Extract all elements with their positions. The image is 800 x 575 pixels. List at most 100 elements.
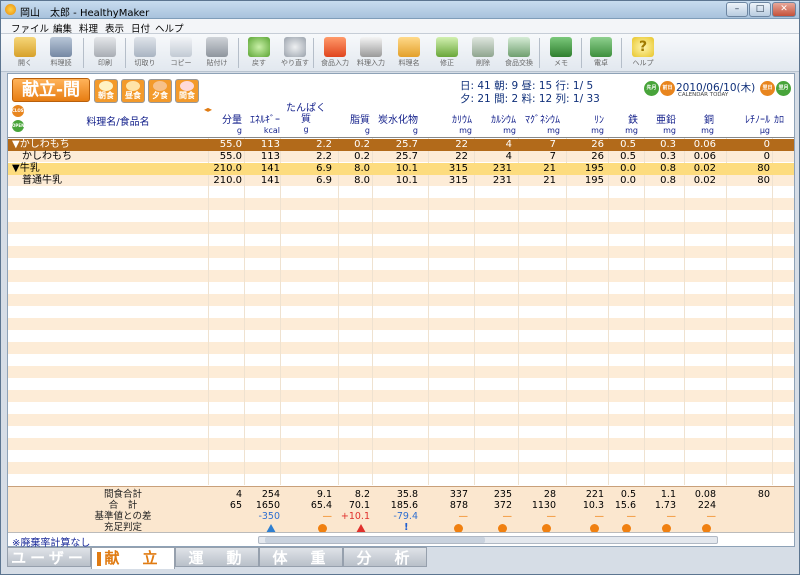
tab-analysis[interactable]: 分 析 [343,547,427,567]
meal-breakfast-button[interactable]: 朝食 [94,79,118,103]
close-button[interactable]: ✕ [772,2,796,17]
tab-kondate[interactable]: 献 立 [91,547,175,569]
summary-value: — [706,511,717,522]
food-row[interactable]: 普通牛乳 210.0 141 6.9 8.0 10.1 315 231 21 195 0.0 0.8 0… [8,175,794,187]
dish-row[interactable]: ▼牛乳 210.0 141 6.9 8.0 10.1 315 231 21 195 0.0 0.8 0.… [8,163,794,175]
clipboard-icon [206,37,228,57]
next-month-button[interactable]: 翌月 [776,81,791,96]
copy-button[interactable]: コピー [163,36,199,70]
meal-stats-row2: 夕: 21 間: 2 料: 12 列: 1/ 33 [460,93,600,105]
menu-date[interactable]: 日付 [131,21,150,35]
close-all-button[interactable]: CLOSE [12,105,26,117]
col-header-copper[interactable]: 銅 mg [684,115,714,136]
redo-button[interactable]: やり直す [277,36,313,70]
window-title: 岡山 太郎 - HealthyMaker [20,8,150,19]
load-dish-button[interactable]: 料理読 [43,36,79,70]
dish-row[interactable]: ▼かしわもち 55.0 113 2.2 0.2 25.7 22 4 7 26 0.5 0.3 0.06 0 [8,139,794,151]
edit-button[interactable]: 修正 [429,36,465,70]
summary-value: 878 [449,500,468,511]
scale-icon [508,37,530,57]
paste-button[interactable]: 貼付け [199,36,235,70]
minimize-button[interactable]: – [726,2,748,17]
diff-row: 基準値との差 -350— +10.1 -79.4— — — — — — — [8,511,794,522]
menu-edit[interactable]: 編集 [53,21,72,35]
dish-name-button[interactable]: 料理名 [391,36,427,70]
menu-dish[interactable]: 料理 [79,21,98,35]
open-all-button[interactable]: OPEN [12,120,24,132]
row-value: 80 [757,163,770,174]
row-value: 0 [763,139,770,150]
col-header-energy[interactable]: ｴﾈﾙｷﾞｰ kcal [244,115,280,136]
undo-icon [248,37,270,57]
toolbar-separator [313,38,314,68]
summary-value: 337 [449,489,468,500]
summary-value: 235 [493,489,512,500]
row-value: 315 [448,163,468,174]
undo-button[interactable]: 戻す [241,36,277,70]
col-header-phosphorus[interactable]: ﾘﾝ mg [566,115,604,136]
col-header-carotene[interactable]: ｶﾛ [774,115,794,126]
dish-input-button[interactable]: 料理入力 [353,36,389,70]
memo-button[interactable]: メモ [543,36,579,70]
calculator-icon [590,37,612,57]
row-value: 21 [543,175,556,186]
calculator-button[interactable]: 電卓 [583,36,619,70]
food-exchange-button[interactable]: 食品交換 [501,36,537,70]
toolbar-separator [125,38,126,68]
calendar-today-links[interactable]: CALENDAR TODAY [678,92,728,98]
meal-lunch-button[interactable]: 昼食 [121,79,145,103]
food-row[interactable]: かしわもち 55.0 113 2.2 0.2 25.7 22 4 7 26 0.5 0.3 0.06 0 [8,151,794,163]
food-table: ▼かしわもち 55.0 113 2.2 0.2 25.7 22 4 7 26 0.5 0.3 0.06 0… [8,138,794,485]
diff-label: 基準値との差 [94,511,152,522]
col-header-zinc[interactable]: 亜鉛 mg [644,115,676,136]
scrollbar-thumb[interactable] [265,537,485,543]
cut-button[interactable]: 切取り [127,36,163,70]
maximize-button[interactable]: □ [749,2,771,17]
tab-weight[interactable]: 体 重 [259,547,343,567]
snack-total-label: 間食合計 [103,489,142,500]
col-header-fat[interactable]: 脂質 g [338,115,370,136]
column-resize-icon[interactable]: ◂▸ [204,105,212,114]
summary-value: 28 [543,489,556,500]
prev-day-button[interactable]: 前日 [660,81,675,96]
food-input-button[interactable]: 食品入力 [317,36,353,70]
toolbar-separator [581,38,582,68]
tab-user[interactable]: ユーザー [7,547,91,567]
tab-exercise[interactable]: 運 動 [175,547,259,567]
column-divider [372,138,373,485]
col-header-protein[interactable]: たんぱく質 g [278,103,334,135]
prev-month-button[interactable]: 先月 [644,81,659,96]
row-value: 22 [455,139,468,150]
summary-value: — [546,511,557,522]
print-button[interactable]: 印刷 [87,36,123,70]
horizontal-scrollbar[interactable] [258,536,718,544]
summary-value: -79.4 [393,511,418,522]
menu-help[interactable]: ヘルプ [155,21,184,35]
column-divider [772,138,773,485]
column-divider [208,138,209,485]
row-value: 7 [549,139,556,150]
dinner-icon [153,81,167,91]
help-button[interactable]: ? ヘルプ [625,36,661,70]
column-divider [644,138,645,485]
menu-view[interactable]: 表示 [105,21,124,35]
col-header-potassium[interactable]: ｶﾘｳﾑ mg [428,115,472,136]
toolbar-separator [83,38,84,68]
col-header-magnesium[interactable]: ﾏｸﾞﾈｼｳﾑ mg [508,115,560,136]
meal-dinner-button[interactable]: 夕食 [148,79,172,103]
col-header-retinol[interactable]: ﾚﾁﾉｰﾙ μg [726,115,770,136]
menu-file[interactable]: ファイル [11,21,49,35]
col-name-header[interactable]: 料理名/食品名 [68,117,168,128]
summary-value: 80 [757,489,770,500]
summary-value: 1130 [531,500,556,511]
col-header-iron[interactable]: 鉄 mg [608,115,638,136]
open-button[interactable]: 開く [7,36,43,70]
col-header-carbohydrate[interactable]: 炭水化物 g [372,115,418,136]
col-header-amount[interactable]: 分量 g [210,115,242,136]
next-day-button[interactable]: 翌日 [760,81,775,96]
delete-button[interactable]: 削除 [465,36,501,70]
summary-value: 35.8 [396,489,418,500]
column-divider [338,138,339,485]
meal-snack-button[interactable]: 間食 [175,79,199,103]
row-value: 8.0 [354,175,370,186]
